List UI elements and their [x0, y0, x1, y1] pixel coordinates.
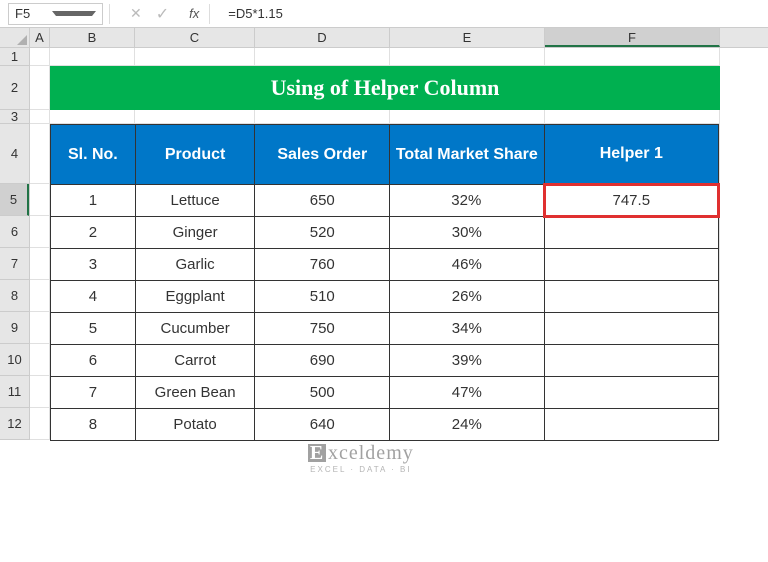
col-header-B[interactable]: B	[50, 28, 135, 47]
header-helper[interactable]: Helper 1	[544, 125, 718, 185]
cell-product[interactable]: Eggplant	[135, 281, 255, 313]
cell-helper[interactable]	[544, 409, 718, 441]
row-header-8[interactable]: 8	[0, 280, 29, 312]
row-header-5[interactable]: 5	[0, 184, 29, 216]
formula-bar-area: F5 ✕ ✓ fx =D5*1.15	[0, 0, 768, 28]
cell-share[interactable]: 34%	[390, 313, 545, 345]
table-row: 7Green Bean50047%	[51, 377, 719, 409]
cell-helper[interactable]: 747.5	[544, 185, 718, 217]
check-icon[interactable]: ✓	[156, 4, 169, 24]
row-header-3[interactable]: 3	[0, 110, 29, 124]
formula-buttons: ✕ ✓ fx	[130, 4, 199, 24]
row-header-1[interactable]: 1	[0, 48, 29, 66]
row-header-6[interactable]: 6	[0, 216, 29, 248]
cell-sales[interactable]: 690	[255, 345, 390, 377]
cell-sales[interactable]: 640	[255, 409, 390, 441]
cell-sl[interactable]: 4	[51, 281, 136, 313]
cell-helper[interactable]	[544, 345, 718, 377]
table-row: 4Eggplant51026%	[51, 281, 719, 313]
row-header-4[interactable]: 4	[0, 124, 29, 184]
cell-sl[interactable]: 3	[51, 249, 136, 281]
cell-product[interactable]: Garlic	[135, 249, 255, 281]
header-share[interactable]: Total Market Share	[390, 125, 545, 185]
row-header-7[interactable]: 7	[0, 248, 29, 280]
cell-sales[interactable]: 500	[255, 377, 390, 409]
cell-share[interactable]: 30%	[390, 217, 545, 249]
column-headers: A B C D E F	[30, 28, 768, 48]
cell-product[interactable]: Carrot	[135, 345, 255, 377]
cell-sales[interactable]: 650	[255, 185, 390, 217]
row-header-9[interactable]: 9	[0, 312, 29, 344]
table-row: 1Lettuce65032%747.5	[51, 185, 719, 217]
cell-helper[interactable]	[544, 249, 718, 281]
cell-sl[interactable]: 2	[51, 217, 136, 249]
cell-helper[interactable]	[544, 281, 718, 313]
select-all-corner[interactable]	[0, 28, 30, 48]
divider	[209, 4, 210, 24]
cell-share[interactable]: 32%	[390, 185, 545, 217]
header-sales[interactable]: Sales Order	[255, 125, 390, 185]
cell-sales[interactable]: 760	[255, 249, 390, 281]
cell-product[interactable]: Potato	[135, 409, 255, 441]
cell-share[interactable]: 39%	[390, 345, 545, 377]
cell-share[interactable]: 46%	[390, 249, 545, 281]
col-header-D[interactable]: D	[255, 28, 390, 47]
col-header-C[interactable]: C	[135, 28, 255, 47]
cell-share[interactable]: 24%	[390, 409, 545, 441]
cell-sales[interactable]: 510	[255, 281, 390, 313]
cancel-icon[interactable]: ✕	[130, 5, 142, 22]
cell-helper[interactable]	[544, 313, 718, 345]
col-header-A[interactable]: A	[30, 28, 50, 47]
cell-helper[interactable]	[544, 217, 718, 249]
table-row: 8Potato64024%	[51, 409, 719, 441]
header-product[interactable]: Product	[135, 125, 255, 185]
cell-sales[interactable]: 520	[255, 217, 390, 249]
header-sl[interactable]: Sl. No.	[51, 125, 136, 185]
cell-grid[interactable]: Using of Helper Column Sl. No. Product S…	[30, 48, 768, 440]
table-row: 3Garlic76046%	[51, 249, 719, 281]
row-header-12[interactable]: 12	[0, 408, 29, 440]
cell-sl[interactable]: 8	[51, 409, 136, 441]
divider	[109, 4, 110, 24]
spreadsheet-area: A B C D E F 1 2 3 4 5 6 7 8 9 10 11 12	[0, 28, 768, 440]
row-headers: 1 2 3 4 5 6 7 8 9 10 11 12	[0, 48, 30, 440]
cell-product[interactable]: Ginger	[135, 217, 255, 249]
col-header-E[interactable]: E	[390, 28, 545, 47]
col-header-F[interactable]: F	[545, 28, 720, 47]
cell-product[interactable]: Cucumber	[135, 313, 255, 345]
fx-icon[interactable]: fx	[189, 6, 199, 21]
row-header-10[interactable]: 10	[0, 344, 29, 376]
row-header-11[interactable]: 11	[0, 376, 29, 408]
cell-share[interactable]: 47%	[390, 377, 545, 409]
row-header-2[interactable]: 2	[0, 66, 29, 110]
table-row: 2Ginger52030%	[51, 217, 719, 249]
cell-sales[interactable]: 750	[255, 313, 390, 345]
cell-sl[interactable]: 1	[51, 185, 136, 217]
cell-sl[interactable]: 6	[51, 345, 136, 377]
data-table: Sl. No. Product Sales Order Total Market…	[50, 124, 720, 441]
cell-product[interactable]: Lettuce	[135, 185, 255, 217]
table-row: 5Cucumber75034%	[51, 313, 719, 345]
name-box-value: F5	[15, 6, 52, 21]
cell-helper[interactable]	[544, 377, 718, 409]
watermark: Exceldemy EXCEL · DATA · BI	[308, 442, 414, 474]
title-banner: Using of Helper Column	[50, 66, 720, 110]
name-box[interactable]: F5	[8, 3, 103, 25]
cell-sl[interactable]: 7	[51, 377, 136, 409]
cell-sl[interactable]: 5	[51, 313, 136, 345]
table-row: 6Carrot69039%	[51, 345, 719, 377]
cell-share[interactable]: 26%	[390, 281, 545, 313]
formula-input[interactable]: =D5*1.15	[228, 6, 768, 21]
chevron-down-icon[interactable]	[52, 11, 97, 16]
cell-product[interactable]: Green Bean	[135, 377, 255, 409]
